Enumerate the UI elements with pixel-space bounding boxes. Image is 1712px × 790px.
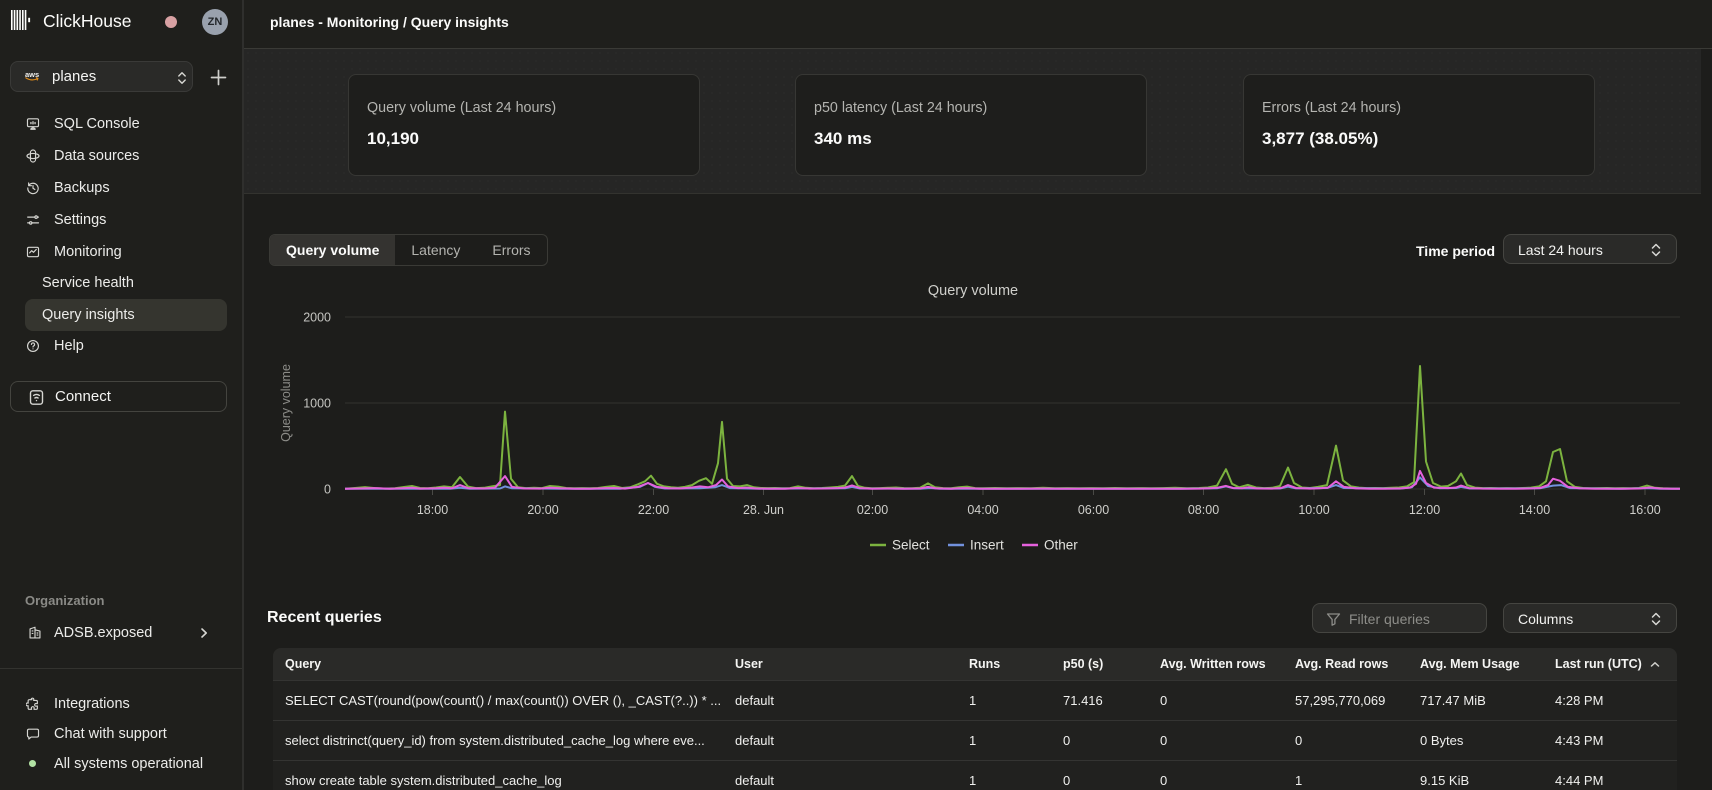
svg-text:Query volume: Query volume bbox=[279, 364, 293, 442]
svg-text:06:00: 06:00 bbox=[1078, 503, 1109, 517]
svg-text:02:00: 02:00 bbox=[857, 503, 888, 517]
svg-text:08:00: 08:00 bbox=[1188, 503, 1219, 517]
svg-text:2000: 2000 bbox=[303, 311, 331, 325]
svg-text:22:00: 22:00 bbox=[638, 503, 669, 517]
svg-text:18:00: 18:00 bbox=[417, 503, 448, 517]
svg-text:12:00: 12:00 bbox=[1409, 503, 1440, 517]
svg-text:0: 0 bbox=[324, 483, 331, 497]
svg-text:04:00: 04:00 bbox=[967, 503, 998, 517]
svg-text:Other: Other bbox=[1044, 538, 1078, 553]
svg-text:14:00: 14:00 bbox=[1519, 503, 1550, 517]
svg-text:10:00: 10:00 bbox=[1298, 503, 1329, 517]
svg-text:Select: Select bbox=[892, 538, 930, 553]
svg-text:28. Jun: 28. Jun bbox=[743, 503, 784, 517]
svg-text:20:00: 20:00 bbox=[527, 503, 558, 517]
svg-text:Insert: Insert bbox=[970, 538, 1004, 553]
svg-text:16:00: 16:00 bbox=[1629, 503, 1660, 517]
svg-text:Query volume: Query volume bbox=[928, 283, 1018, 299]
svg-text:1000: 1000 bbox=[303, 397, 331, 411]
